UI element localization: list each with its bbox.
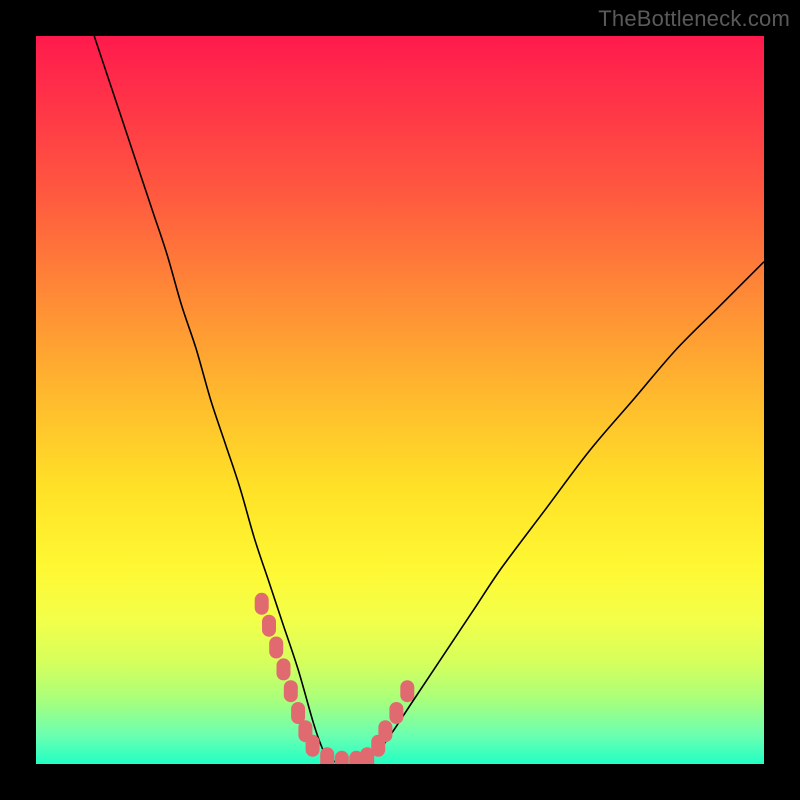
curve-overlay — [36, 36, 764, 764]
bottleneck-curve — [94, 36, 764, 764]
marker-dot — [400, 680, 414, 702]
marker-dot — [277, 658, 291, 680]
marker-dot — [262, 615, 276, 637]
marker-dot — [306, 735, 320, 757]
marker-dot — [269, 637, 283, 659]
chart-frame: TheBottleneck.com — [0, 0, 800, 800]
marker-dot — [284, 680, 298, 702]
plot-area — [36, 36, 764, 764]
marker-dot — [255, 593, 269, 615]
curve-markers — [255, 593, 415, 764]
marker-dot — [378, 720, 392, 742]
marker-dot — [320, 747, 334, 764]
marker-dot — [335, 751, 349, 764]
attribution-label: TheBottleneck.com — [598, 6, 790, 32]
marker-dot — [389, 702, 403, 724]
